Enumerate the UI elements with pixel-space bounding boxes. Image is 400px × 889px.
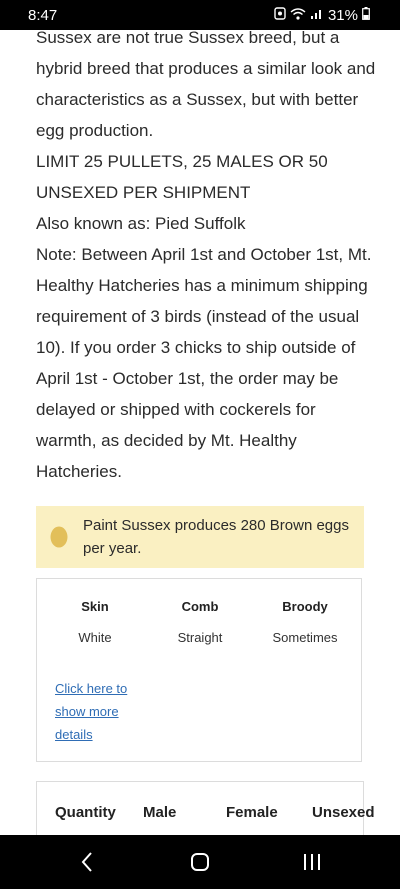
attribute-value: White [78, 630, 112, 645]
column-header-quantity: Quantity [55, 804, 116, 821]
product-description: Sussex are not true Sussex breed, but a … [36, 22, 376, 487]
description-paragraph: Also known as: Pied Suffolk [36, 214, 246, 233]
home-icon[interactable] [185, 849, 215, 875]
egg-icon [50, 524, 68, 548]
egg-production-text: Paint Sussex produces 280 Brown eggs per… [83, 517, 349, 557]
back-icon[interactable] [72, 849, 102, 875]
attribute-label: Comb [181, 599, 219, 614]
attribute-broody: Broody Sometimes [255, 599, 355, 645]
breed-attributes-card: Skin White Comb Straight Broody Sometime… [36, 578, 362, 762]
attribute-value: Sometimes [272, 630, 338, 645]
description-paragraph: LIMIT 25 PULLETS, 25 MALES OR 50 UNSEXED… [36, 152, 328, 202]
column-header-male: Male [143, 804, 177, 821]
attribute-skin: Skin White [45, 599, 145, 645]
column-header-female: Female [226, 804, 278, 821]
attribute-comb: Comb Straight [150, 599, 250, 645]
egg-production-note: Paint Sussex produces 280 Brown eggs per… [36, 506, 364, 568]
attribute-value: Straight [177, 630, 223, 645]
attribute-label: Skin [81, 599, 109, 614]
column-header-unsexed: Unsexed [312, 804, 375, 821]
description-paragraph: Sussex are not true Sussex breed, but a … [36, 28, 376, 140]
recents-icon[interactable] [297, 849, 327, 875]
description-paragraph: Note: Between April 1st and October 1st,… [36, 245, 372, 481]
attribute-label: Broody [282, 599, 328, 614]
show-more-details-link[interactable]: Click here to show more details [55, 677, 145, 746]
navigation-bar [0, 835, 400, 889]
